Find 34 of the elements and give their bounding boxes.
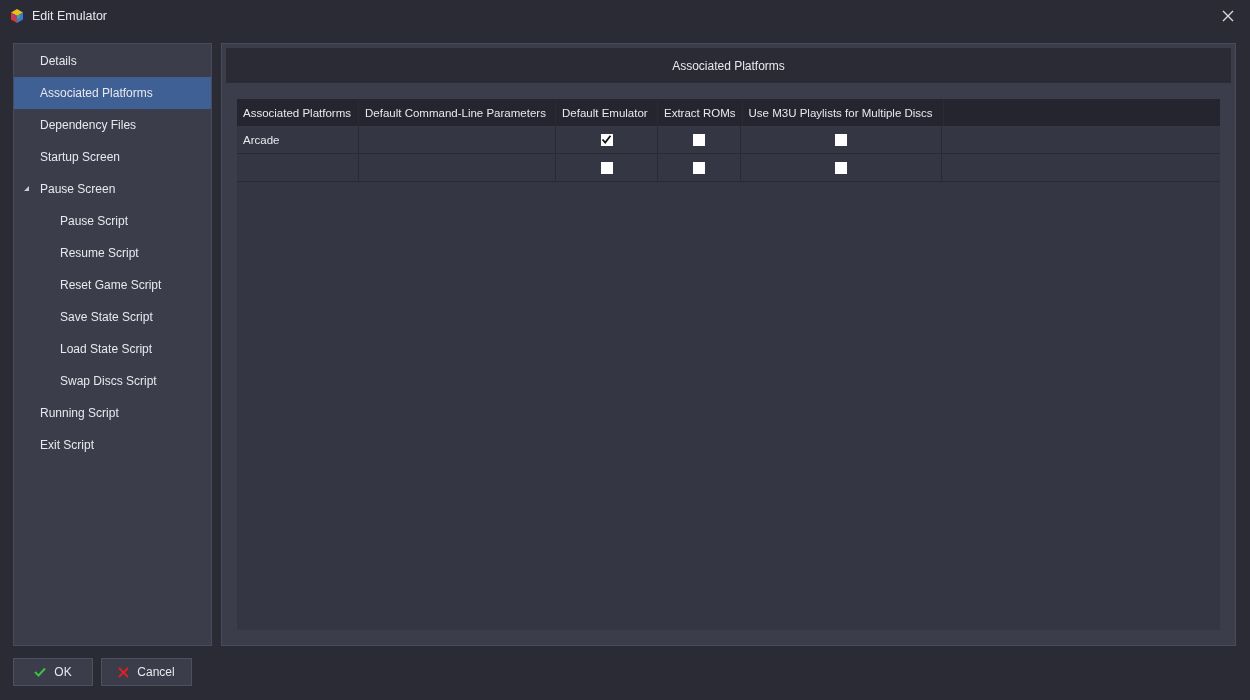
sidebar-item[interactable]: Reset Game Script xyxy=(14,269,211,301)
sidebar-item[interactable]: Dependency Files xyxy=(14,109,211,141)
checkbox[interactable] xyxy=(835,133,847,146)
checkbox[interactable] xyxy=(693,161,705,174)
sidebar-item[interactable]: Running Script xyxy=(14,397,211,429)
cross-icon xyxy=(118,666,130,678)
checkbox[interactable] xyxy=(600,133,613,146)
column-header[interactable]: Use M3U Playlists for Multiple Discs xyxy=(742,99,944,126)
ok-button[interactable]: OK xyxy=(13,658,93,686)
panel-header: Associated Platforms xyxy=(226,48,1231,83)
cancel-button[interactable]: Cancel xyxy=(101,658,192,686)
checkbox[interactable] xyxy=(600,161,613,174)
close-icon[interactable] xyxy=(1222,10,1234,22)
sidebar-item[interactable]: Load State Script xyxy=(14,333,211,365)
checkbox[interactable] xyxy=(693,133,705,146)
cube-logo-icon xyxy=(10,9,24,23)
sidebar-item[interactable]: Associated Platforms xyxy=(14,77,211,109)
expand-triangle-icon[interactable] xyxy=(24,186,29,191)
sidebar-item[interactable]: Resume Script xyxy=(14,237,211,269)
window-title: Edit Emulator xyxy=(32,9,109,23)
table-cell: Arcade xyxy=(237,126,359,153)
sidebar-item[interactable]: Exit Script xyxy=(14,429,211,461)
column-header[interactable]: Default Emulator xyxy=(556,99,658,126)
checkmark-icon xyxy=(34,667,47,677)
sidebar-item[interactable]: Save State Script xyxy=(14,301,211,333)
column-header[interactable]: Default Command-Line Parameters xyxy=(359,99,556,126)
sidebar-item[interactable]: Pause Screen xyxy=(14,173,211,205)
sidebar-item[interactable]: Details xyxy=(14,45,211,77)
sidebar-item[interactable]: Swap Discs Script xyxy=(14,365,211,397)
column-header[interactable]: Extract ROMs xyxy=(658,99,743,126)
column-header[interactable]: Associated Platforms xyxy=(237,99,359,126)
sidebar-item[interactable]: Pause Script xyxy=(14,205,211,237)
sidebar-item[interactable]: Startup Screen xyxy=(14,141,211,173)
checkbox[interactable] xyxy=(835,161,847,174)
